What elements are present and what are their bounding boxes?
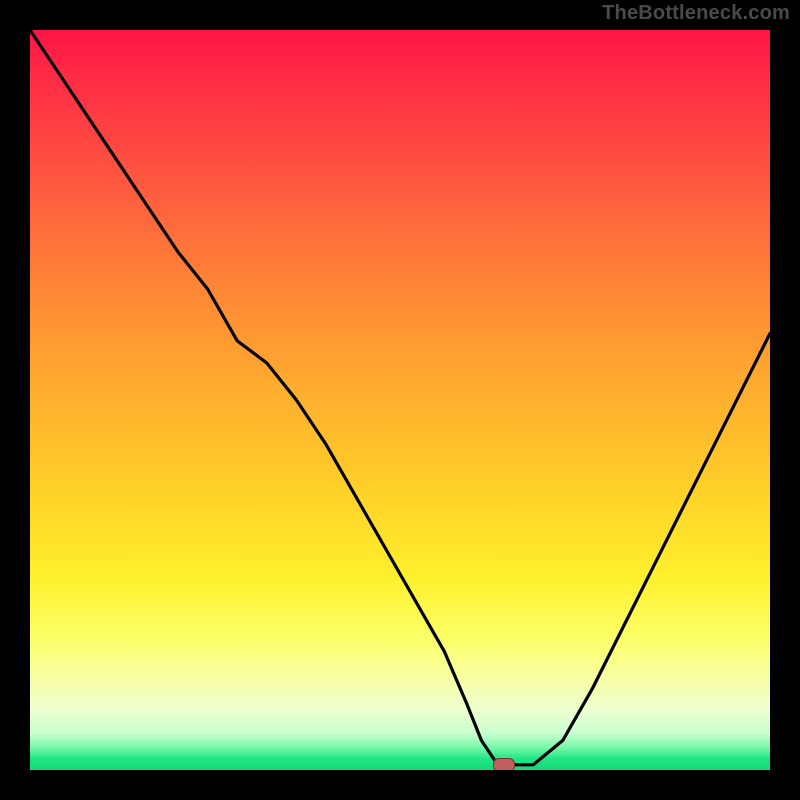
watermark-text: TheBottleneck.com [602,2,790,25]
plot-area [30,30,770,770]
bottleneck-curve [30,30,770,770]
optimal-marker [493,758,515,770]
chart-frame: TheBottleneck.com [0,0,800,800]
